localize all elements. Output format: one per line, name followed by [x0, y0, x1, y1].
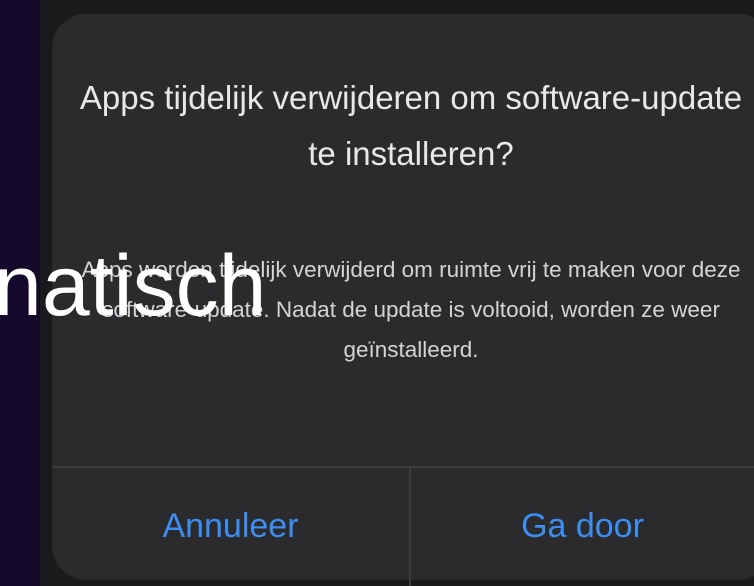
- continue-button[interactable]: Ga door: [411, 470, 754, 582]
- button-divider-horizontal: [52, 466, 754, 468]
- alert-title: Apps tijdelijk verwijderen om software-u…: [79, 79, 743, 172]
- alert-message: Apps worden tijdelijk verwijderd om ruim…: [81, 257, 741, 362]
- cancel-button[interactable]: Annuleer: [52, 470, 409, 582]
- screen: Apps tijdelijk verwijderen om software-u…: [0, 0, 754, 586]
